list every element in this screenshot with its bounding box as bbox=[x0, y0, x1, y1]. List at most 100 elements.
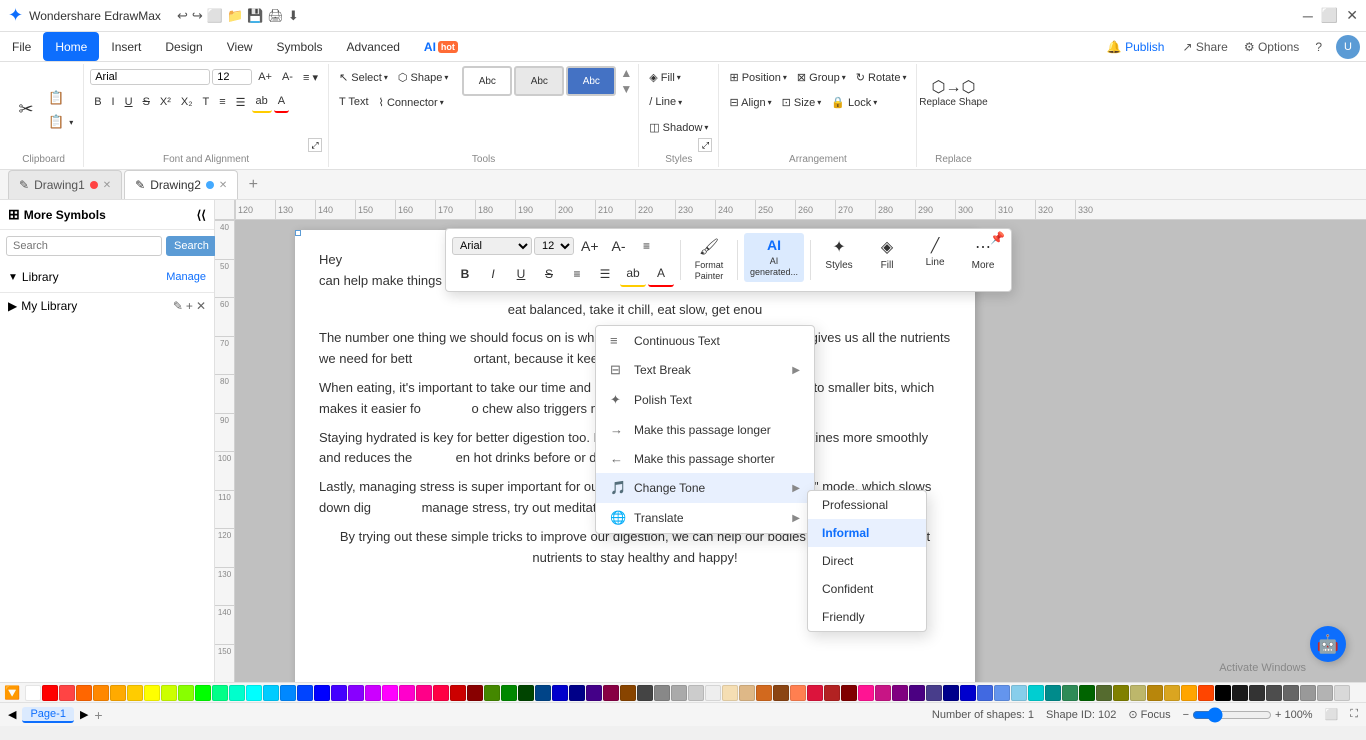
color-swatch[interactable] bbox=[943, 685, 959, 701]
select-button[interactable]: ↖ Select ▾ bbox=[335, 66, 392, 88]
color-swatch[interactable] bbox=[280, 685, 296, 701]
menu-file[interactable]: File bbox=[0, 32, 43, 61]
color-swatch[interactable] bbox=[501, 685, 517, 701]
color-swatch[interactable] bbox=[127, 685, 143, 701]
font-family-input[interactable] bbox=[90, 69, 210, 85]
style-swatch-1[interactable]: Abc bbox=[462, 66, 512, 96]
export-btn[interactable]: ⬇ bbox=[288, 8, 299, 24]
color-swatch[interactable] bbox=[433, 685, 449, 701]
color-swatch[interactable] bbox=[1266, 685, 1282, 701]
color-swatch[interactable] bbox=[246, 685, 262, 701]
underline-btn[interactable]: U bbox=[121, 91, 137, 113]
font-color-btn[interactable]: A bbox=[274, 91, 289, 113]
add-page-button[interactable]: + bbox=[94, 707, 102, 723]
color-swatch[interactable] bbox=[1045, 685, 1061, 701]
ft-numlist-btn[interactable]: ≡ bbox=[564, 261, 590, 287]
color-swatch[interactable] bbox=[1334, 685, 1350, 701]
ai-generated-btn[interactable]: AI AIgenerated... bbox=[744, 233, 804, 282]
paste-special-button[interactable]: 📋▾ bbox=[44, 111, 77, 133]
library-row[interactable]: ▼ Library Manage bbox=[8, 268, 206, 286]
color-swatch[interactable] bbox=[1181, 685, 1197, 701]
text-button[interactable]: T Text bbox=[335, 91, 373, 113]
styles-expand-btn[interactable]: ⤢ bbox=[698, 138, 712, 152]
my-library[interactable]: ▶ My Library ✎ + ✕ bbox=[0, 293, 214, 319]
color-swatch[interactable] bbox=[1164, 685, 1180, 701]
cut-button[interactable]: ✂ bbox=[10, 84, 42, 136]
color-swatch[interactable] bbox=[467, 685, 483, 701]
color-swatch[interactable] bbox=[1317, 685, 1333, 701]
style-swatch-3[interactable]: Abc bbox=[566, 66, 616, 96]
chatbot-button[interactable]: 🤖 bbox=[1310, 626, 1346, 662]
color-swatch[interactable] bbox=[960, 685, 976, 701]
color-swatch[interactable] bbox=[1113, 685, 1129, 701]
save-btn[interactable]: 💾 bbox=[247, 8, 263, 24]
ft-bullist-btn[interactable]: ☰ bbox=[592, 261, 618, 287]
color-swatch[interactable] bbox=[195, 685, 211, 701]
color-swatch[interactable] bbox=[25, 685, 41, 701]
strikethrough-btn[interactable]: S bbox=[139, 91, 154, 113]
shrink-font-btn[interactable]: A- bbox=[278, 66, 297, 88]
color-swatch[interactable] bbox=[1079, 685, 1095, 701]
line-button[interactable]: / Line ▾ bbox=[645, 91, 712, 113]
color-swatch[interactable] bbox=[977, 685, 993, 701]
my-library-edit-btn[interactable]: ✎ bbox=[173, 299, 183, 313]
menu-advanced[interactable]: Advanced bbox=[335, 32, 412, 61]
menu-home[interactable]: Home bbox=[43, 32, 99, 61]
menu-design[interactable]: Design bbox=[153, 32, 214, 61]
close-btn[interactable]: ✕ bbox=[1346, 7, 1358, 24]
pin-icon[interactable]: 📌 bbox=[990, 231, 1005, 245]
color-swatch[interactable] bbox=[93, 685, 109, 701]
ft-highlight-btn[interactable]: ab bbox=[620, 261, 646, 287]
color-swatch[interactable] bbox=[263, 685, 279, 701]
maximize-btn[interactable]: ⬜ bbox=[1321, 7, 1338, 24]
fill-button[interactable]: ◈ Fill ▾ bbox=[645, 66, 712, 88]
fullscreen-btn[interactable]: ⛶ bbox=[1350, 708, 1358, 721]
color-swatch[interactable] bbox=[824, 685, 840, 701]
color-swatch[interactable] bbox=[654, 685, 670, 701]
color-swatch[interactable] bbox=[892, 685, 908, 701]
open-btn[interactable]: 📁 bbox=[227, 8, 243, 24]
options-button[interactable]: ⚙ Options bbox=[1236, 40, 1307, 54]
color-swatch[interactable] bbox=[110, 685, 126, 701]
list-btn[interactable]: ☰ bbox=[232, 91, 250, 113]
minimize-btn[interactable]: ─ bbox=[1303, 8, 1313, 24]
color-swatch[interactable] bbox=[348, 685, 364, 701]
highlight-btn[interactable]: ab bbox=[252, 91, 272, 113]
color-swatch[interactable] bbox=[1147, 685, 1163, 701]
replace-shape-button[interactable]: ⬡→⬡ Replace Shape bbox=[923, 66, 983, 118]
ft-grow-btn[interactable]: A+ bbox=[576, 233, 604, 259]
grow-font-btn[interactable]: A+ bbox=[254, 66, 276, 88]
color-swatch[interactable] bbox=[535, 685, 551, 701]
color-swatch[interactable] bbox=[858, 685, 874, 701]
color-swatch[interactable] bbox=[331, 685, 347, 701]
color-swatch[interactable] bbox=[994, 685, 1010, 701]
tab-drawing2-close[interactable]: ✕ bbox=[219, 180, 227, 191]
color-dropper-btn[interactable]: 🔽 bbox=[4, 685, 20, 701]
ft-bold-btn[interactable]: B bbox=[452, 261, 478, 287]
color-swatch[interactable] bbox=[790, 685, 806, 701]
menu-view[interactable]: View bbox=[215, 32, 265, 61]
color-swatch[interactable] bbox=[773, 685, 789, 701]
color-swatch[interactable] bbox=[1028, 685, 1044, 701]
align-btn[interactable]: ≡ ▾ bbox=[299, 66, 322, 88]
color-swatch[interactable] bbox=[399, 685, 415, 701]
cm-continuous-text[interactable]: ≡ Continuous Text bbox=[596, 326, 814, 355]
color-swatch[interactable] bbox=[756, 685, 772, 701]
ft-underline-btn[interactable]: U bbox=[508, 261, 534, 287]
ft-size-select[interactable]: 12 bbox=[534, 237, 574, 255]
focus-btn[interactable]: ⊙ Focus bbox=[1128, 708, 1170, 721]
subscript-btn[interactable]: X₂ bbox=[177, 91, 197, 113]
tab-drawing1-close[interactable]: ✕ bbox=[103, 180, 111, 191]
help-button[interactable]: ? bbox=[1307, 40, 1330, 54]
cm-make-shorter[interactable]: ← Make this passage shorter bbox=[596, 444, 814, 473]
color-swatch[interactable] bbox=[705, 685, 721, 701]
color-swatch[interactable] bbox=[212, 685, 228, 701]
menu-ai[interactable]: AI hot bbox=[412, 32, 470, 61]
color-swatch[interactable] bbox=[314, 685, 330, 701]
group-button[interactable]: ⊠ Group ▾ bbox=[793, 66, 850, 88]
color-swatch[interactable] bbox=[229, 685, 245, 701]
color-swatch[interactable] bbox=[688, 685, 704, 701]
cm-polish-text[interactable]: ✦ Polish Text bbox=[596, 385, 814, 415]
color-swatch[interactable] bbox=[178, 685, 194, 701]
add-tab-button[interactable]: + bbox=[242, 174, 264, 196]
